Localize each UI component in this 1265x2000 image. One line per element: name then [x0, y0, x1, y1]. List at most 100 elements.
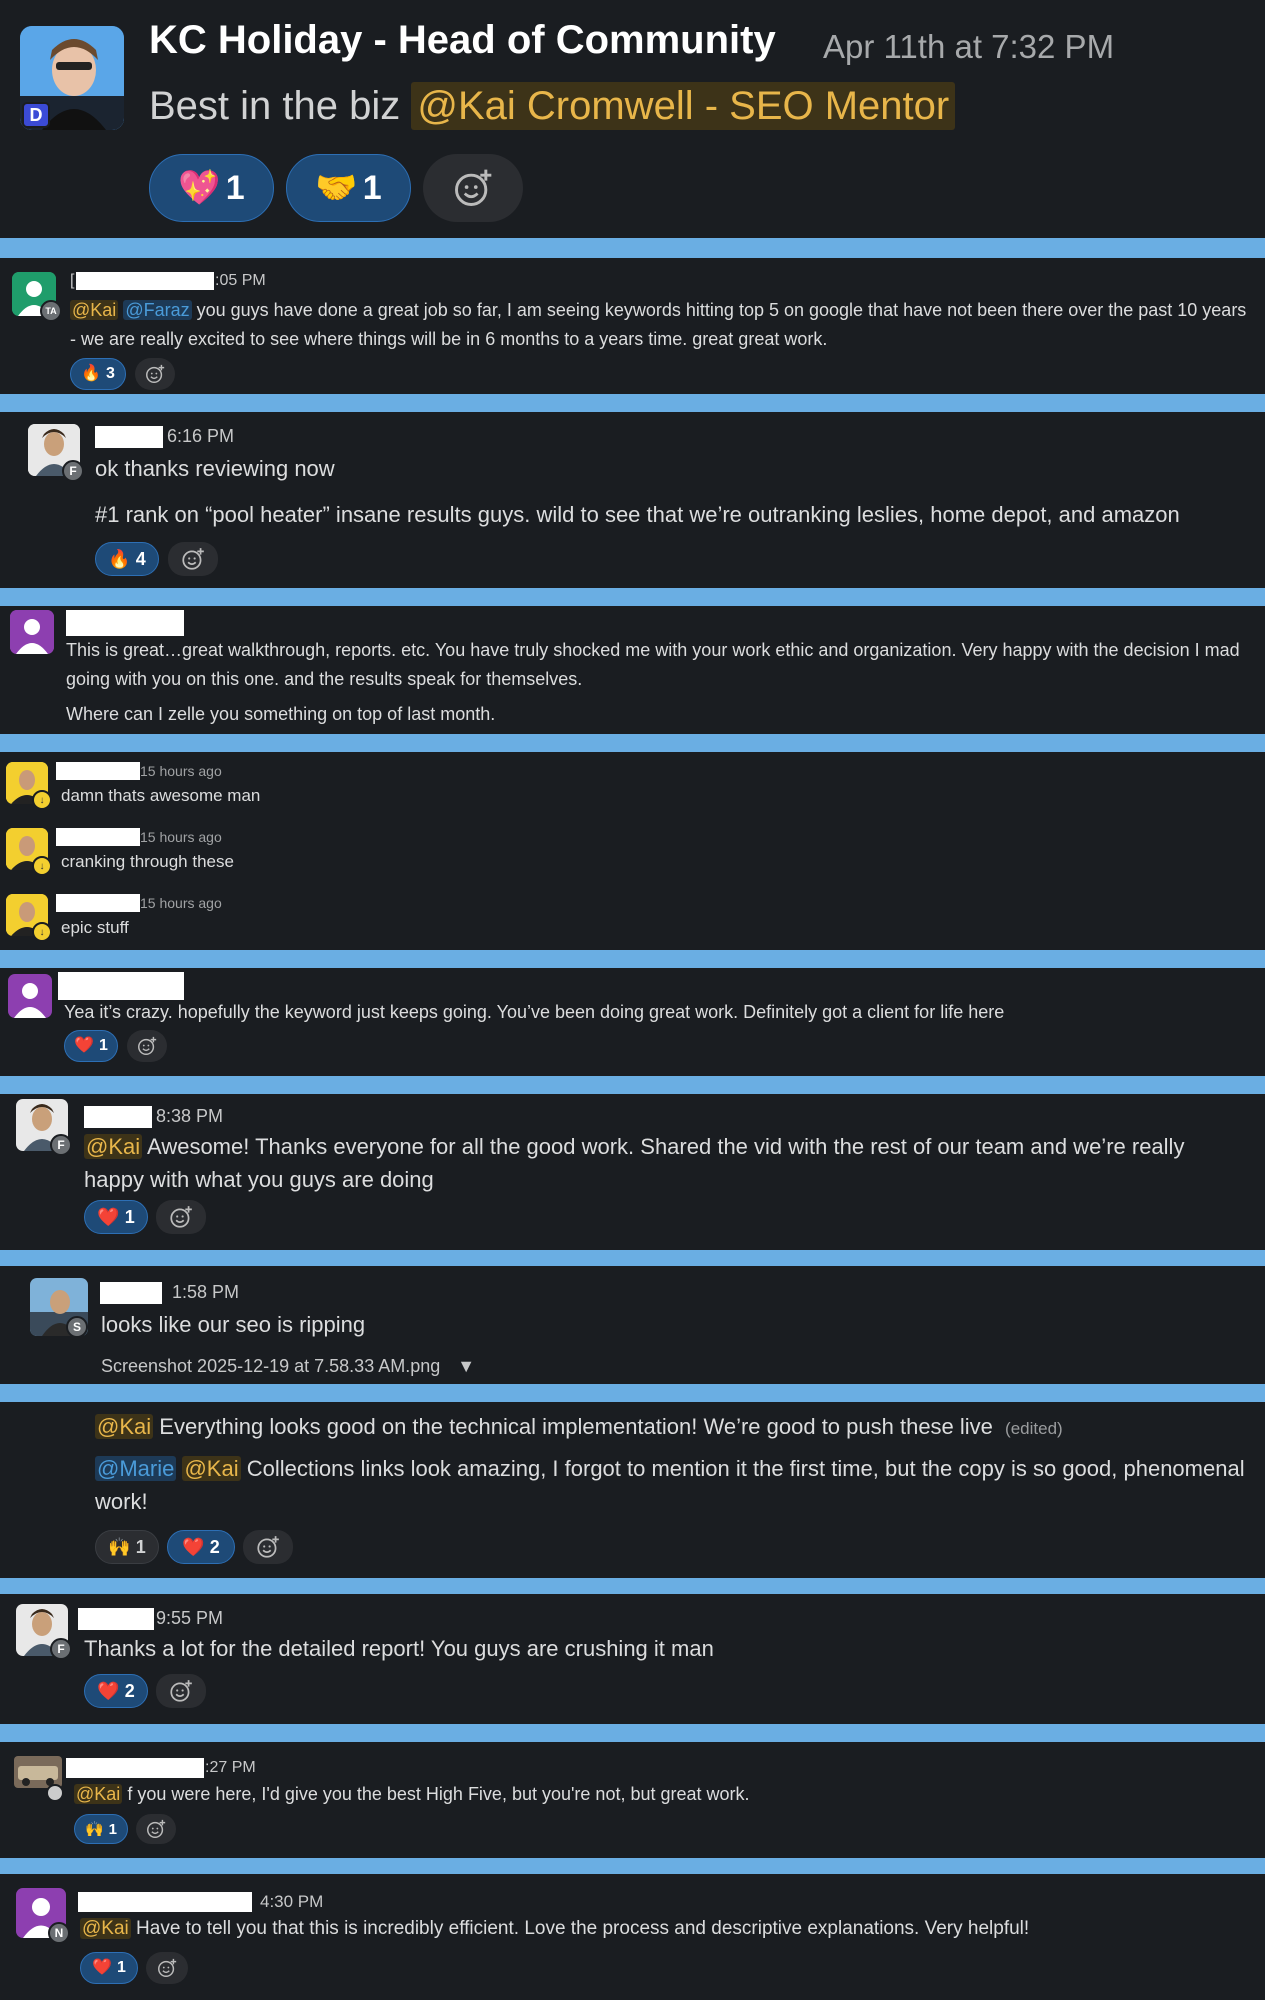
edited-label: (edited): [1005, 1419, 1063, 1438]
message-text: #1 rank on “pool heater” insane results …: [95, 502, 1180, 527]
timestamp[interactable]: Apr 11th at 7:32 PM: [823, 28, 1114, 66]
reaction-count: 1: [99, 1037, 108, 1054]
avatar-badge: F: [50, 1134, 72, 1156]
message-text: cranking through these: [61, 852, 234, 871]
heart-face-icon: 💖: [178, 169, 221, 207]
redacted-name: [76, 272, 214, 290]
message-text: looks like our seo is ripping: [101, 1312, 366, 1337]
fire-icon: 🔥: [81, 365, 101, 382]
redacted-name: [66, 610, 184, 636]
message-6: F 8:38 PM @Kai Awesome! Thanks everyone …: [0, 1094, 1265, 1250]
reaction-count: 1: [135, 1536, 146, 1557]
separator: [0, 1724, 1265, 1742]
message-4: ↓ 15 hours ago damn thats awesome man ↓ …: [0, 752, 1265, 950]
add-reaction-button[interactable]: [156, 1674, 206, 1708]
mention[interactable]: @Kai: [95, 1414, 154, 1439]
timestamp[interactable]: 9:55 PM: [156, 1608, 223, 1629]
reaction-raised-hands[interactable]: 🙌 1: [95, 1530, 159, 1564]
message-text: damn thats awesome man: [61, 786, 261, 805]
file-attachment[interactable]: Screenshot 2025-12-19 at 7.58.33 AM.png …: [101, 1356, 475, 1377]
timestamp[interactable]: 15 hours ago: [140, 763, 222, 779]
add-reaction-button[interactable]: [423, 154, 523, 222]
mention[interactable]: @Kai: [74, 1784, 123, 1804]
add-reaction-button[interactable]: [127, 1030, 167, 1062]
reaction-heart[interactable]: ❤️ 2: [84, 1674, 148, 1708]
add-reaction-button[interactable]: [243, 1530, 293, 1564]
avatar[interactable]: [8, 974, 52, 1018]
timestamp[interactable]: 6:16 PM: [167, 426, 234, 447]
separator: [0, 588, 1265, 606]
reaction-raised-hands[interactable]: 🙌 1: [74, 1814, 128, 1844]
mention[interactable]: @Kai: [182, 1456, 241, 1481]
add-reaction-icon: [170, 1206, 192, 1228]
timestamp[interactable]: 15 hours ago: [140, 895, 222, 911]
add-reaction-button[interactable]: [156, 1200, 206, 1234]
list-item: ↓ 15 hours ago damn thats awesome man: [0, 752, 1265, 818]
add-reaction-icon: [182, 548, 204, 570]
chat-collage: D KC Holiday - Head of Community Apr 11t…: [0, 0, 1265, 2000]
name-prefix: [: [70, 272, 75, 289]
reaction-fire[interactable]: 🔥 3: [70, 358, 126, 390]
redacted-name: [100, 1282, 162, 1304]
author-name[interactable]: KC Holiday - Head of Community: [149, 18, 776, 63]
chevron-down-icon[interactable]: ▼: [457, 1356, 475, 1376]
message-text: you guys have done a great job so far, I…: [70, 300, 1247, 349]
reaction-heart[interactable]: ❤️ 2: [167, 1530, 235, 1564]
list-item: ↓ 15 hours ago epic stuff: [0, 884, 1265, 950]
add-reaction-icon: [455, 169, 492, 206]
message-5: Yea it’s crazy. hopefully the keyword ju…: [0, 968, 1265, 1076]
mention[interactable]: @Kai: [84, 1134, 143, 1159]
add-reaction-icon: [147, 1819, 166, 1838]
timestamp[interactable]: 4:30 PM: [260, 1892, 323, 1912]
mention[interactable]: @Marie: [95, 1456, 177, 1481]
list-item: ↓ 15 hours ago cranking through these: [0, 818, 1265, 884]
message-text: epic stuff: [61, 918, 129, 937]
heart-icon: ❤️: [74, 1037, 94, 1054]
redacted-name: [78, 1892, 252, 1912]
avatar-badge: [46, 1784, 64, 1802]
raised-hands-icon: 🙌: [84, 1820, 104, 1838]
separator: [0, 734, 1265, 752]
redacted-name: [56, 762, 140, 780]
add-reaction-icon: [158, 1958, 177, 1977]
add-reaction-button[interactable]: [146, 1952, 188, 1984]
separator: [0, 1250, 1265, 1266]
reaction-heart[interactable]: ❤️ 1: [84, 1200, 148, 1234]
message-10: :27 PM @Kai f you were here, I'd give yo…: [0, 1742, 1265, 1858]
mention[interactable]: @Kai Cromwell - SEO Mentor: [411, 82, 956, 130]
reaction-count: 1: [117, 1959, 126, 1976]
add-reaction-button[interactable]: [135, 358, 175, 390]
redacted-name: [84, 1106, 152, 1128]
reaction-heart[interactable]: ❤️ 1: [80, 1952, 138, 1984]
top-post: D KC Holiday - Head of Community Apr 11t…: [0, 0, 1265, 238]
reaction-handshake[interactable]: 🤝 1: [286, 154, 411, 222]
file-name: Screenshot 2025-12-19 at 7.58.33 AM.png: [101, 1356, 441, 1376]
add-reaction-button[interactable]: [136, 1814, 176, 1844]
timestamp[interactable]: 1:58 PM: [172, 1282, 239, 1303]
add-reaction-button[interactable]: [168, 542, 218, 576]
message-8: @Kai Everything looks good on the techni…: [0, 1402, 1265, 1578]
reaction-count: 3: [106, 365, 115, 382]
mention[interactable]: @Faraz: [123, 300, 192, 320]
timestamp[interactable]: 8:38 PM: [156, 1106, 223, 1127]
redacted-name: [56, 828, 140, 846]
message-text: f you were here, I'd give you the best H…: [127, 1784, 750, 1804]
mention[interactable]: @Kai: [80, 1918, 131, 1939]
message-text: Where can I zelle you something on top o…: [66, 704, 496, 724]
timestamp[interactable]: :05 PM: [215, 272, 266, 290]
reaction-count: 2: [209, 1536, 220, 1557]
timestamp[interactable]: :27 PM: [205, 1759, 256, 1777]
avatar[interactable]: [10, 610, 54, 654]
fire-icon: 🔥: [108, 549, 131, 569]
timestamp[interactable]: 15 hours ago: [140, 829, 222, 845]
avatar-badge: F: [50, 1638, 72, 1660]
avatar-badge: D: [22, 102, 50, 128]
avatar-badge: TA: [40, 300, 62, 322]
reaction-heart-face[interactable]: 💖 1: [149, 154, 274, 222]
separator: [0, 1858, 1265, 1874]
reaction-heart[interactable]: ❤️ 1: [64, 1030, 118, 1062]
avatar-badge: N: [48, 1922, 70, 1944]
avatar-badge: ↓: [32, 922, 52, 942]
reaction-fire[interactable]: 🔥 4: [95, 542, 159, 576]
mention[interactable]: @Kai: [70, 300, 119, 320]
